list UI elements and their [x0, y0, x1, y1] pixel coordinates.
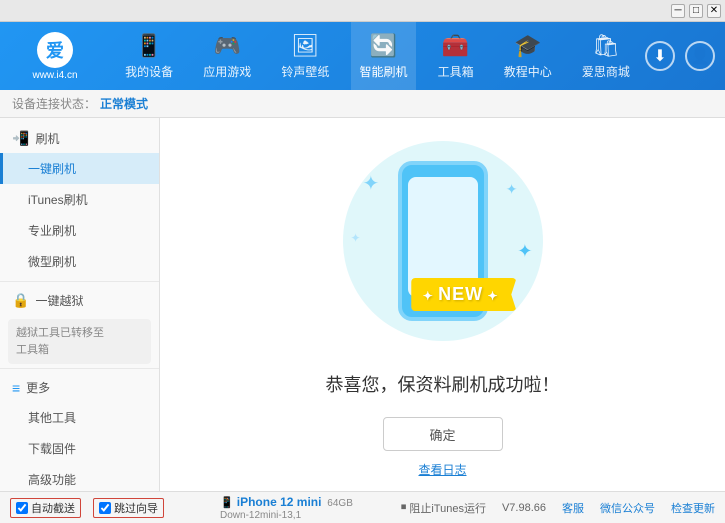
nav-tutorial[interactable]: 🎓 教程中心	[496, 22, 560, 90]
sidebar-section-more-header[interactable]: ≡ 更多	[0, 373, 159, 402]
sidebar-item-one-key-flash[interactable]: 一键刷机	[0, 153, 159, 184]
device-storage: 64GB	[325, 498, 353, 509]
sidebar-item-download-fw[interactable]: 下载固件	[0, 433, 159, 464]
logo-area[interactable]: 爱 www.i4.cn	[0, 22, 110, 90]
tutorial-icon: 🎓	[514, 33, 541, 59]
main-layout: 📲 刷机 一键刷机 iTunes刷机 专业刷机 微型刷机 🔒 一键越狱 越狱工	[0, 118, 725, 491]
sidebar-sep-2	[0, 368, 159, 369]
stop-icon: ⏹	[401, 501, 407, 514]
smart-flash-icon: 🔄	[370, 33, 397, 59]
status-value: 正常模式	[100, 95, 148, 112]
nav-toolbox[interactable]: 🧰 工具箱	[430, 22, 482, 90]
device-name: iPhone 12 mini	[237, 495, 322, 509]
skip-wizard-label: 跳过向导	[114, 500, 158, 516]
sidebar-section-flash: 📲 刷机 一键刷机 iTunes刷机 专业刷机 微型刷机	[0, 124, 159, 277]
view-log-link[interactable]: 查看日志	[418, 461, 466, 478]
store-icon: 🛍	[592, 33, 620, 59]
sparkle-2: ✦	[506, 181, 518, 198]
more-section-icon: ≡	[12, 380, 20, 396]
nav-tutorial-label: 教程中心	[504, 63, 552, 80]
nav-my-device[interactable]: 📱 我的设备	[117, 22, 181, 90]
my-device-icon: 📱	[135, 33, 162, 59]
nav-store-label: 爱思商城	[582, 63, 630, 80]
toolbox-icon: 🧰	[442, 33, 469, 59]
flash-section-icon: 📲	[12, 130, 29, 147]
sidebar-item-micro-flash[interactable]: 微型刷机	[0, 246, 159, 277]
sidebar-item-other-tools[interactable]: 其他工具	[0, 402, 159, 433]
sidebar: 📲 刷机 一键刷机 iTunes刷机 专业刷机 微型刷机 🔒 一键越狱 越狱工	[0, 118, 160, 491]
nav-wallpaper-label: 铃声壁纸	[281, 63, 329, 80]
nav-store[interactable]: 🛍 爱思商城	[574, 22, 638, 90]
skip-wizard-checkbox[interactable]: 跳过向导	[93, 498, 164, 518]
customer-service-link[interactable]: 客服	[562, 500, 584, 516]
logo-icon: 爱	[37, 32, 73, 68]
user-btn[interactable]: 👤	[685, 41, 715, 71]
nav-items: 📱 我的设备 🎮 应用游戏 🖼 铃声壁纸 🔄 智能刷机 🧰 工具箱 🎓 教程中心…	[110, 22, 645, 90]
nav-right: ⬇ 👤	[645, 41, 725, 71]
sidebar-item-pro-flash[interactable]: 专业刷机	[0, 215, 159, 246]
sidebar-item-advanced[interactable]: 高级功能	[0, 464, 159, 491]
logo-url: www.i4.cn	[32, 70, 77, 81]
auto-send-label: 自动截送	[31, 500, 75, 516]
version-text: V7.98.66	[502, 502, 546, 514]
sidebar-item-itunes-flash[interactable]: iTunes刷机	[0, 184, 159, 215]
bottom-right: ⏹ 阻止iTunes运行 V7.98.66 客服 微信公众号 检查更新	[401, 500, 715, 516]
sidebar-section-flash-label: 刷机	[35, 130, 59, 147]
nav-apps-games-label: 应用游戏	[203, 63, 251, 80]
maximize-btn[interactable]: □	[689, 4, 703, 18]
nav-wallpaper[interactable]: 🖼 铃声壁纸	[273, 22, 337, 90]
sidebar-jailbreak-note: 越狱工具已转移至工具箱	[8, 319, 151, 364]
minimize-btn[interactable]: ─	[671, 4, 685, 18]
download-btn[interactable]: ⬇	[645, 41, 675, 71]
sidebar-section-jailbreak-header[interactable]: 🔒 一键越狱	[0, 286, 159, 315]
nav-smart-flash[interactable]: 🔄 智能刷机	[351, 22, 415, 90]
status-label: 设备连接状态：	[12, 95, 96, 112]
success-illustration: ✦ ✦ ✦ ✦ NEW	[333, 131, 553, 351]
sparkle-4: ✦	[517, 241, 532, 262]
nav-toolbox-label: 工具箱	[438, 63, 474, 80]
apps-games-icon: 🎮	[214, 33, 241, 59]
jailbreak-section-icon: 🔒	[12, 292, 29, 309]
check-update-link[interactable]: 检查更新	[671, 500, 715, 516]
bottom-left: 自动截送 跳过向导	[10, 498, 210, 518]
header: 爱 www.i4.cn 📱 我的设备 🎮 应用游戏 🖼 铃声壁纸 🔄 智能刷机 …	[0, 22, 725, 90]
sidebar-section-more: ≡ 更多 其他工具 下载固件 高级功能	[0, 373, 159, 491]
wallpaper-icon: 🖼	[291, 33, 319, 59]
new-badge: NEW	[411, 278, 517, 311]
device-model: Down-12mini-13,1	[220, 510, 301, 521]
title-bar: ─ □ ✕	[0, 0, 725, 22]
auto-send-checkbox[interactable]: 自动截送	[10, 498, 81, 518]
wechat-public-link[interactable]: 微信公众号	[600, 500, 655, 516]
nav-apps-games[interactable]: 🎮 应用游戏	[195, 22, 259, 90]
sidebar-section-flash-header[interactable]: 📲 刷机	[0, 124, 159, 153]
auto-send-input[interactable]	[16, 502, 28, 514]
sidebar-section-more-label: 更多	[26, 379, 50, 396]
success-title: 恭喜您，保资料刷机成功啦！	[326, 371, 560, 397]
sidebar-section-jailbreak-label: 一键越狱	[35, 292, 83, 309]
sparkle-1: ✦	[363, 171, 380, 196]
skip-wizard-input[interactable]	[99, 502, 111, 514]
sparkle-3: ✦	[351, 231, 361, 245]
device-icon: 📱	[220, 497, 237, 509]
status-bar: 设备连接状态： 正常模式	[0, 90, 725, 118]
content-area: ✦ ✦ ✦ ✦ NEW 恭喜您，保资料刷机成功啦！ 确定 查看日志	[160, 118, 725, 491]
stop-itunes-btn[interactable]: ⏹ 阻止iTunes运行	[401, 500, 486, 516]
close-btn[interactable]: ✕	[707, 4, 721, 18]
nav-smart-flash-label: 智能刷机	[359, 63, 407, 80]
bottom-bar: 自动截送 跳过向导 📱 iPhone 12 mini 64GB Down-12m…	[0, 491, 725, 523]
sidebar-section-jailbreak: 🔒 一键越狱 越狱工具已转移至工具箱	[0, 286, 159, 364]
sidebar-sep-1	[0, 281, 159, 282]
nav-my-device-label: 我的设备	[125, 63, 173, 80]
confirm-button[interactable]: 确定	[383, 417, 503, 451]
device-info: 📱 iPhone 12 mini 64GB Down-12mini-13,1	[210, 495, 401, 521]
